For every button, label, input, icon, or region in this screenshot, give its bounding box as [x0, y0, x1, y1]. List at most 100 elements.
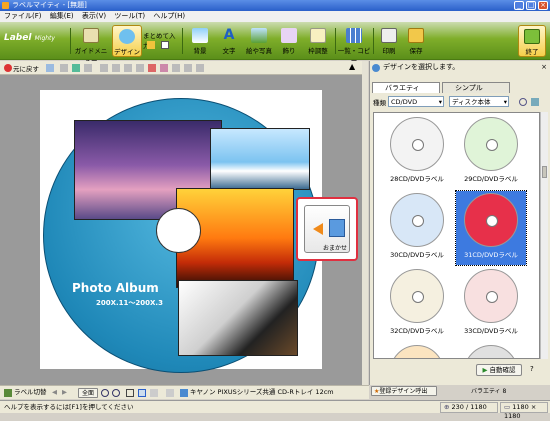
decoration-button[interactable]: 飾り	[276, 25, 302, 57]
photo-sky-coast[interactable]	[210, 128, 310, 190]
bulk-input-button[interactable]: まとめて入力	[143, 25, 179, 57]
align-icon[interactable]	[100, 64, 108, 72]
thumbnail-34[interactable]	[382, 343, 452, 358]
save-button[interactable]: 保存	[404, 25, 428, 57]
eyedropper-icon[interactable]	[184, 64, 192, 72]
size-icon: ▭	[504, 403, 513, 411]
folder-icon	[408, 28, 424, 43]
omakase-inner: おまかせ	[304, 205, 350, 253]
register-design-button[interactable]: ★登録デザイン呼出	[371, 386, 437, 396]
menu-file[interactable]: ファイル(F)	[4, 12, 42, 20]
type-label: 種類	[373, 99, 386, 107]
view-toggle-icon[interactable]	[531, 98, 539, 106]
omakase-label: おまかせ	[323, 245, 348, 252]
copy-icon[interactable]	[72, 64, 80, 72]
info-icon	[372, 64, 380, 72]
next-arrow-icon[interactable]: ▶	[62, 386, 67, 399]
chevron-down-icon: ▾	[438, 98, 442, 106]
list-copy-button[interactable]: 一覧・コピー	[337, 25, 371, 65]
design-icon	[119, 29, 135, 44]
help-hint: ヘルプを表示するには[F1]を押してください	[4, 403, 134, 411]
zoom-all-button[interactable]: 全面	[78, 388, 98, 398]
thumbnail-scrollbar[interactable]	[540, 112, 548, 359]
album-title-text[interactable]: Photo Album	[72, 281, 159, 295]
photo-child-dog[interactable]	[178, 280, 298, 356]
exit-door-icon	[524, 29, 540, 44]
page-view-icon[interactable]	[126, 389, 134, 397]
thumbnail-31-selected[interactable]: 31CD/DVDラベル	[455, 190, 527, 266]
tab-simple[interactable]: シンプル	[442, 82, 510, 93]
brush-icon[interactable]	[172, 64, 180, 72]
maximize-button[interactable]: □	[526, 1, 536, 10]
toolbar-separator	[373, 28, 374, 54]
status-bar: ヘルプを表示するには[F1]を押してください ⊕ 230 / 1180 ▭ 11…	[0, 400, 550, 420]
exit-button[interactable]: 終了	[518, 25, 546, 57]
pen-icon	[147, 41, 155, 49]
thumbnail-35[interactable]	[456, 343, 526, 358]
toolbar-separator	[335, 28, 336, 54]
thumbnail-33[interactable]: 33CD/DVDラベル	[456, 267, 526, 341]
auto-update-button[interactable]: ▶ 自動確認	[476, 364, 522, 376]
undo-label[interactable]: 元に戻す	[13, 63, 39, 73]
thumbnail-28[interactable]: 28CD/DVDラベル	[382, 115, 452, 189]
menu-tools[interactable]: ツール(T)	[114, 12, 145, 20]
background-button[interactable]: 背景	[186, 25, 214, 57]
toolbar-separator	[70, 28, 71, 54]
undo-icon[interactable]	[4, 64, 12, 72]
thumbnail-32[interactable]: 32CD/DVDラベル	[382, 267, 452, 341]
redo-icon[interactable]	[46, 64, 54, 72]
close-button[interactable]: ×	[538, 1, 548, 10]
text-button[interactable]: A 文字	[215, 25, 243, 57]
guide-menu-icon	[83, 28, 99, 43]
minimize-button[interactable]: _	[514, 1, 524, 10]
guide-menu-button[interactable]: ガイドメニュー	[72, 25, 110, 65]
disc-thumb	[390, 345, 444, 358]
pane-close-button[interactable]: ×	[540, 63, 548, 71]
crosshair-icon: ⊕	[444, 403, 452, 411]
app-logo: Label Mighty	[4, 33, 55, 43]
thumbnail-30[interactable]: 30CD/DVDラベル	[382, 191, 452, 265]
cut-icon[interactable]	[60, 64, 68, 72]
canvas-scrollbar[interactable]	[362, 61, 368, 385]
search-icon[interactable]	[519, 98, 527, 106]
paint-icon[interactable]	[160, 64, 168, 72]
design-pane-header: デザインを選択します。	[383, 63, 460, 71]
guide-toggle-icon[interactable]	[166, 389, 174, 397]
delete-icon[interactable]	[148, 64, 156, 72]
settings-icon[interactable]	[196, 64, 204, 72]
menu-edit[interactable]: 編集(E)	[50, 12, 74, 20]
menu-view[interactable]: 表示(V)	[82, 12, 106, 20]
label-switch-icon	[4, 389, 12, 397]
tab-variety[interactable]: バラエティ	[372, 82, 440, 93]
zoom-out-icon[interactable]	[112, 389, 120, 397]
paper-info-text: キヤノン PIXUSシリーズ共通 CD-Rトレイ 12cm	[190, 388, 334, 396]
order-icon[interactable]	[124, 64, 132, 72]
omakase-button[interactable]: おまかせ	[296, 197, 358, 261]
album-date-text[interactable]: 200X.11～200X.3	[96, 298, 163, 308]
frame-icon	[310, 28, 326, 43]
help-question-icon[interactable]: ?	[530, 365, 534, 373]
scroll-up-arrow-icon[interactable]: ▲	[349, 62, 355, 71]
frame-adjust-button[interactable]: 枠調整	[303, 25, 333, 57]
prev-arrow-icon[interactable]: ◀	[52, 386, 57, 399]
subtype-select[interactable]: ディスク本体 ▾	[449, 96, 509, 107]
label-switch-button[interactable]: ラベル切替	[14, 386, 47, 399]
fit-view-icon[interactable]	[138, 389, 146, 397]
paste-icon[interactable]	[84, 64, 92, 72]
type-select[interactable]: CD/DVD ▾	[388, 96, 444, 107]
rotate-icon[interactable]	[136, 64, 144, 72]
thumbnail-29[interactable]: 29CD/DVDラベル	[456, 115, 526, 189]
grid-toggle-icon[interactable]	[150, 389, 158, 397]
disc-thumb	[390, 117, 444, 171]
zoom-in-icon[interactable]	[101, 389, 109, 397]
design-thumbnail-list: 28CD/DVDラベル 29CD/DVDラベル 30CD/DVDラベル 31CD…	[373, 112, 540, 359]
menu-help[interactable]: ヘルプ(H)	[153, 12, 185, 20]
disc-thumb	[464, 345, 518, 358]
decoration-icon	[281, 28, 297, 43]
images-button[interactable]: 絵や写真	[244, 25, 274, 57]
design-button[interactable]: デザイン	[112, 25, 142, 57]
disc-thumb	[390, 193, 444, 247]
print-button[interactable]: 印刷	[377, 25, 401, 57]
scroll-thumb[interactable]	[542, 166, 547, 178]
group-icon[interactable]	[112, 64, 120, 72]
